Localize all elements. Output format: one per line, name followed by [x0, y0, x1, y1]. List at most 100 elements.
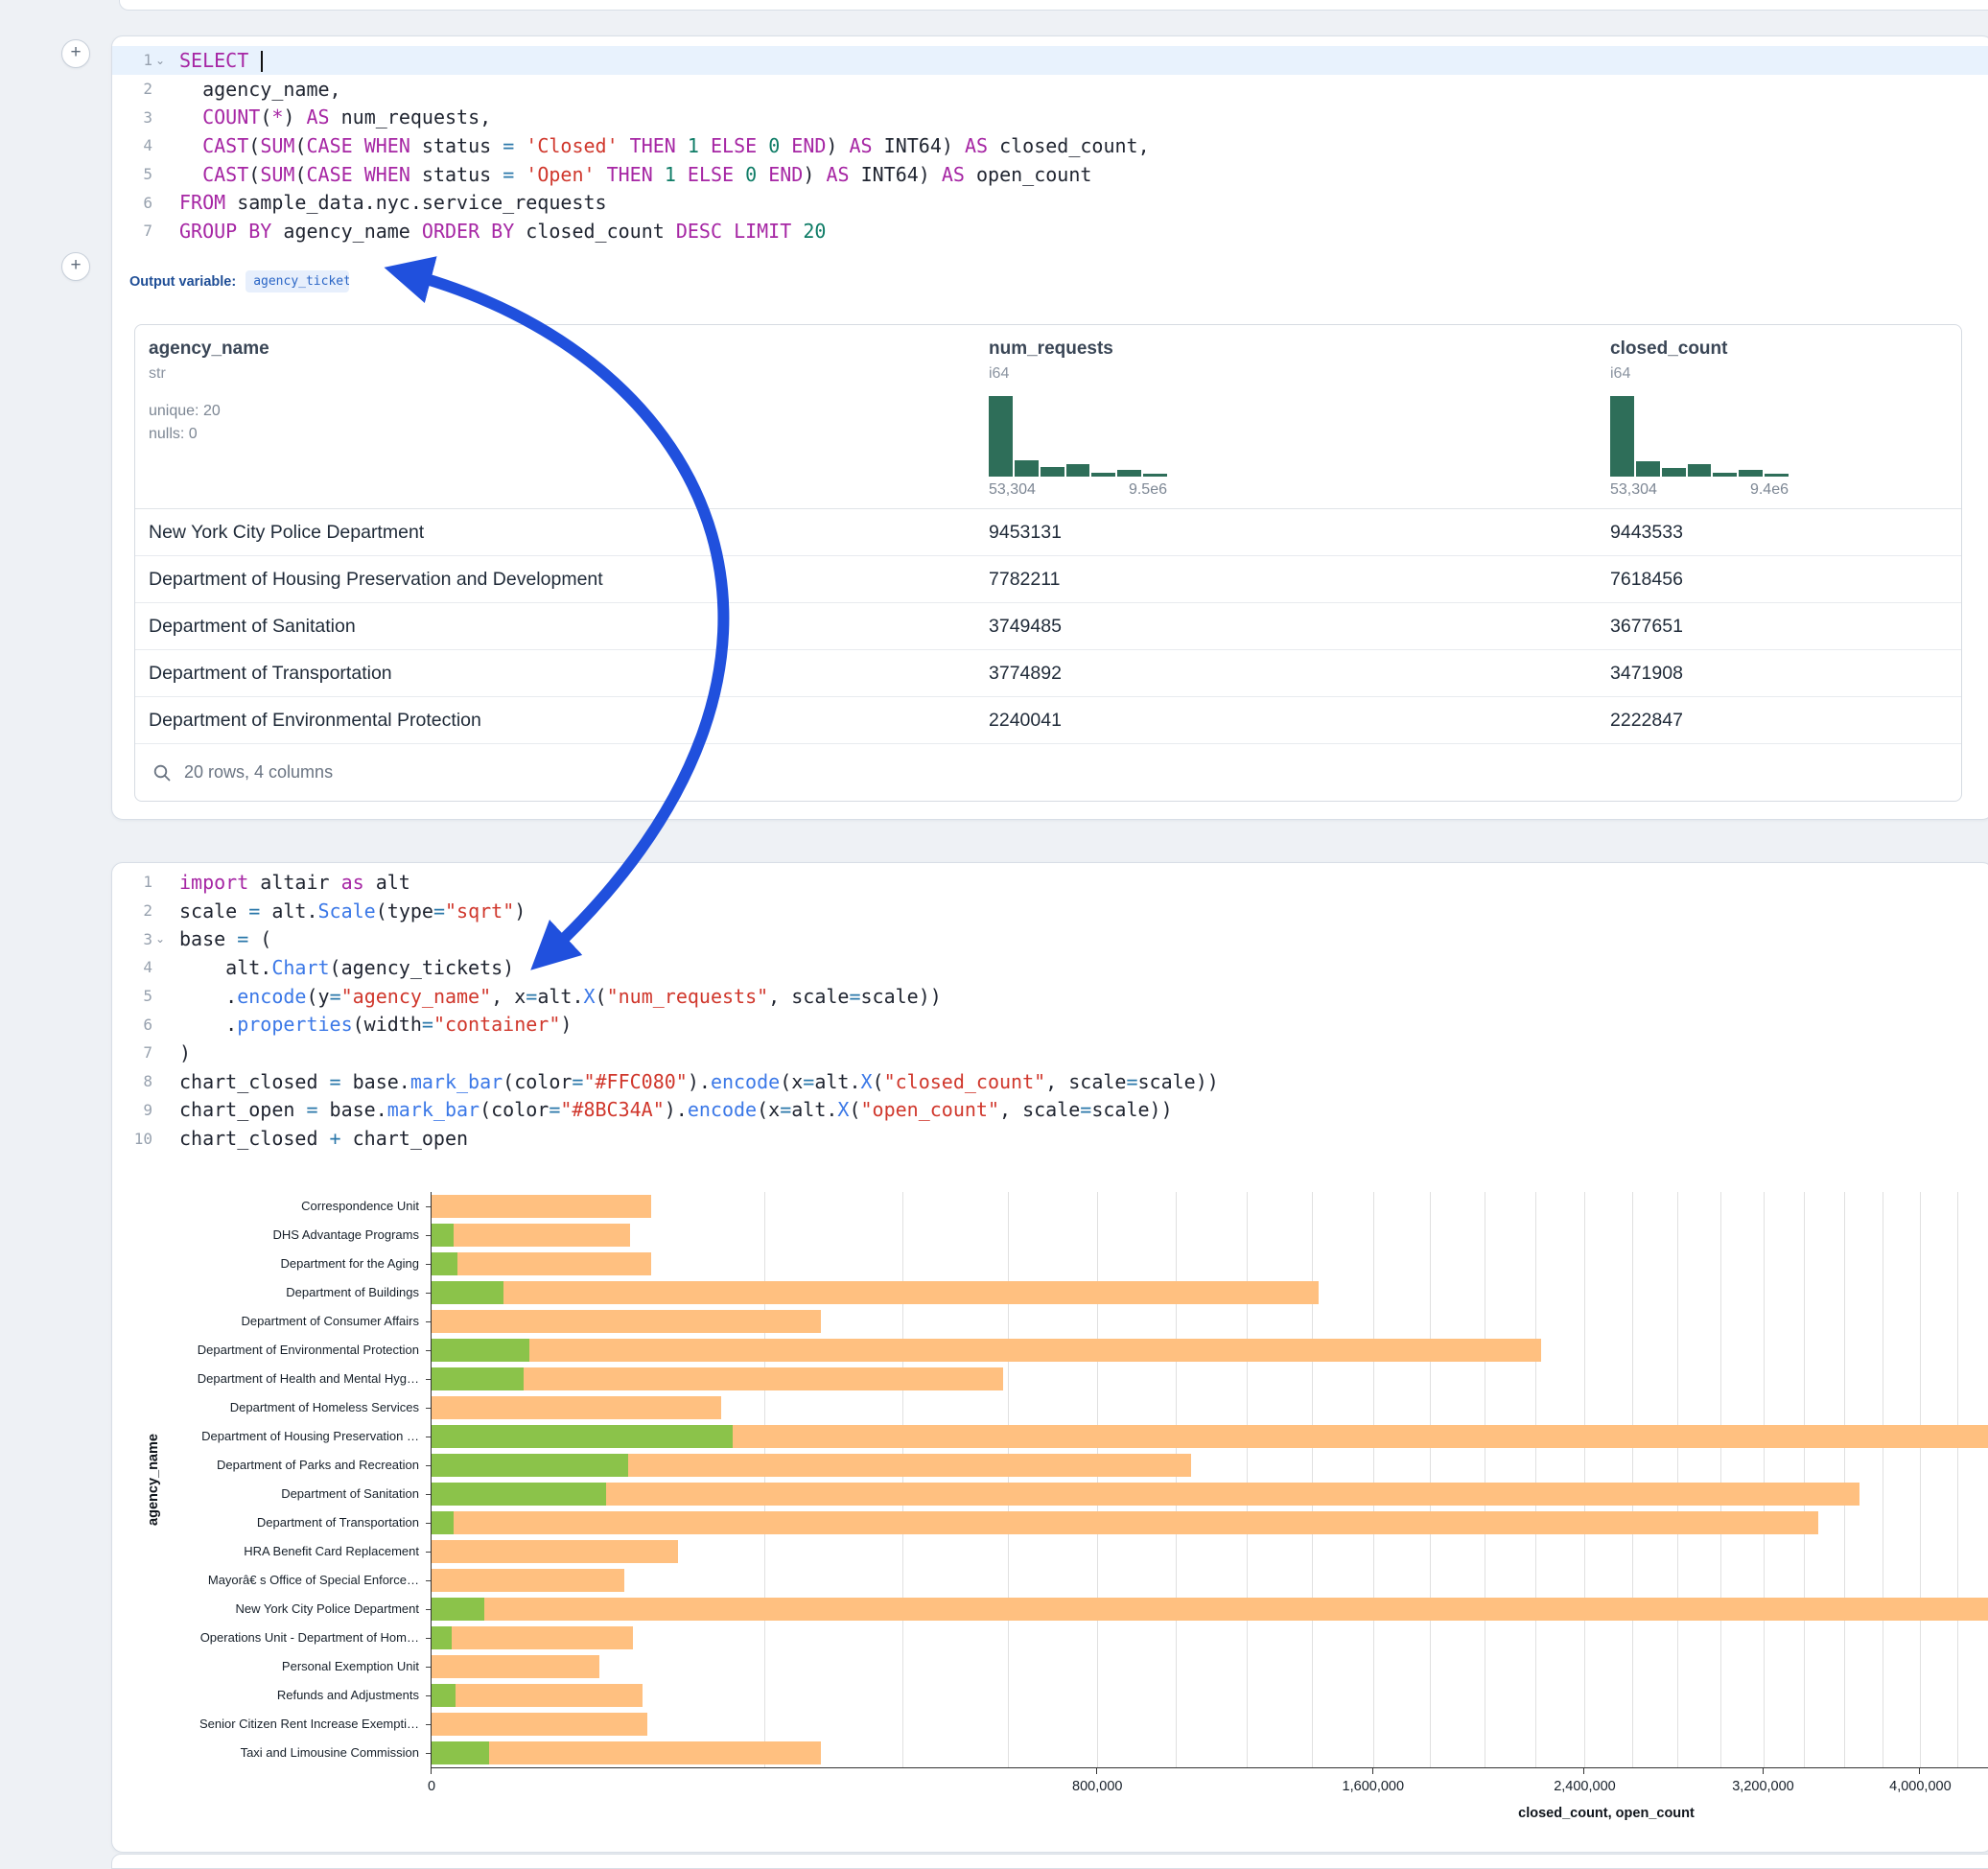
table-cell: Department of Sanitation — [135, 616, 975, 638]
column-header-agency_name[interactable]: agency_namestrunique: 20nulls: 0 — [135, 325, 975, 508]
bar-closed-count — [432, 1339, 1541, 1362]
code-token: (y — [306, 985, 329, 1008]
bar-open-count — [432, 1454, 628, 1477]
add-cell-button[interactable]: + — [61, 39, 90, 68]
code-text[interactable]: SELECT — [179, 49, 263, 73]
code-token: , scale — [768, 985, 849, 1008]
code-line: 4 CAST(SUM(CASE WHEN status = 'Closed' T… — [112, 131, 1988, 160]
table-row: Department of Environmental Protection22… — [135, 697, 1961, 744]
line-gutter: 8 — [112, 1072, 168, 1090]
add-cell-button[interactable]: + — [61, 252, 90, 281]
table-cell: 9453131 — [975, 522, 1597, 544]
code-token: + — [330, 1127, 341, 1150]
code-text[interactable]: COUNT(*) AS num_requests, — [179, 105, 491, 128]
code-token: num_requests, — [330, 105, 492, 128]
code-token: ( — [294, 134, 306, 157]
line-gutter: 6 — [112, 194, 168, 212]
line-gutter: 10 — [112, 1130, 168, 1148]
output-variable-badge[interactable]: agency_tickets — [246, 270, 349, 292]
code-token: base. — [341, 1070, 410, 1093]
code-token: ) — [803, 163, 826, 186]
column-header-closed_count[interactable]: closed_counti6453,3049.4e6 — [1597, 325, 1961, 508]
code-text[interactable]: agency_name, — [179, 78, 341, 101]
sql-query-cell: 1⌄SELECT 2 agency_name,3 COUNT(*) AS num… — [111, 35, 1988, 820]
code-token: SUM — [260, 134, 294, 157]
code-text[interactable]: chart_closed + chart_open — [179, 1127, 468, 1150]
table-cell: 9443533 — [1597, 522, 1961, 544]
histogram-bar — [1688, 464, 1712, 477]
code-text[interactable]: FROM sample_data.nyc.service_requests — [179, 191, 607, 214]
code-text[interactable]: .encode(y="agency_name", x=alt.X("num_re… — [179, 985, 942, 1008]
gridline — [1720, 1192, 1721, 1767]
x-tick-label: 0 — [428, 1779, 435, 1794]
code-token: = — [237, 927, 248, 950]
line-number: 5 — [143, 165, 152, 183]
code-text[interactable]: .properties(width="container") — [179, 1013, 572, 1036]
y-axis-label: Mayorâ€ s Office of Special Enforce… — [208, 1566, 419, 1595]
code-text[interactable]: CAST(SUM(CASE WHEN status = 'Closed' THE… — [179, 134, 1150, 157]
code-token: AS — [850, 134, 873, 157]
histogram-range: 53,3049.5e6 — [989, 481, 1167, 499]
code-text[interactable]: CAST(SUM(CASE WHEN status = 'Open' THEN … — [179, 163, 1091, 186]
x-axis-title: closed_count, open_count — [1518, 1806, 1695, 1821]
line-number: 10 — [134, 1130, 152, 1148]
x-tick-mark — [1372, 1768, 1373, 1774]
table-cell: 3677651 — [1597, 616, 1961, 638]
line-gutter: 4 — [112, 958, 168, 976]
code-token: ) — [560, 1013, 572, 1036]
code-token: ( — [849, 1098, 860, 1121]
code-text[interactable]: chart_closed = base.mark_bar(color="#FFC… — [179, 1070, 1219, 1093]
code-token: CAST — [202, 134, 248, 157]
bar-open-count — [432, 1626, 452, 1649]
y-axis-label: Department of Buildings — [286, 1278, 419, 1307]
code-token: DESC — [676, 220, 722, 243]
code-token: = — [330, 1070, 341, 1093]
code-token: = — [503, 163, 514, 186]
table-row: Department of Transportation377489234719… — [135, 650, 1961, 697]
code-text[interactable]: import altair as alt — [179, 871, 410, 894]
code-line: 3 COUNT(*) AS num_requests, — [112, 103, 1988, 131]
table-cell: 7782211 — [975, 569, 1597, 591]
sql-code-editor[interactable]: 1⌄SELECT 2 agency_name,3 COUNT(*) AS num… — [112, 36, 1988, 245]
code-token: base. — [318, 1098, 387, 1121]
code-token — [676, 134, 688, 157]
code-token: LIMIT — [734, 220, 791, 243]
search-icon[interactable] — [152, 763, 172, 783]
code-text[interactable]: chart_open = base.mark_bar(color="#8BC34… — [179, 1098, 1173, 1121]
code-text[interactable]: base = ( — [179, 927, 271, 950]
column-header-num_requests[interactable]: num_requestsi6453,3049.5e6 — [975, 325, 1597, 508]
column-name: agency_name — [149, 339, 975, 360]
code-token: scale — [179, 899, 248, 923]
code-token: "sqrt" — [445, 899, 514, 923]
python-code-editor[interactable]: 1import altair as alt2scale = alt.Scale(… — [112, 863, 1988, 1153]
gridline — [1632, 1192, 1633, 1767]
gridline — [764, 1192, 765, 1767]
code-line: 1import altair as alt — [112, 868, 1988, 897]
code-text[interactable]: ) — [179, 1041, 191, 1064]
y-axis-label: Department of Homeless Services — [230, 1393, 419, 1422]
fold-chevron-icon[interactable]: ⌄ — [152, 932, 168, 946]
gridline — [1430, 1192, 1431, 1767]
y-axis-label: Department of Housing Preservation … — [201, 1422, 419, 1451]
histogram-min: 53,304 — [1610, 481, 1657, 499]
x-tick-mark — [1919, 1768, 1920, 1774]
code-token: AS — [965, 134, 988, 157]
code-text[interactable]: scale = alt.Scale(type="sqrt") — [179, 899, 526, 923]
code-token: status — [410, 163, 503, 186]
line-number: 9 — [143, 1101, 152, 1119]
column-type: str — [149, 365, 975, 383]
gridline — [1247, 1192, 1248, 1767]
table-cell: 2222847 — [1597, 710, 1961, 732]
y-axis-label: HRA Benefit Card Replacement — [244, 1537, 419, 1566]
code-token: chart_open — [179, 1098, 306, 1121]
code-token: ORDER — [422, 220, 479, 243]
code-token: = — [503, 134, 514, 157]
code-text[interactable]: GROUP BY agency_name ORDER BY closed_cou… — [179, 220, 826, 243]
fold-chevron-icon[interactable]: ⌄ — [152, 54, 168, 67]
bar-closed-count — [432, 1252, 651, 1275]
code-token: alt. — [260, 899, 317, 923]
table-cell: 7618456 — [1597, 569, 1961, 591]
code-text[interactable]: alt.Chart(agency_tickets) — [179, 956, 514, 979]
bar-closed-count — [432, 1626, 633, 1649]
code-line: 7) — [112, 1039, 1988, 1067]
